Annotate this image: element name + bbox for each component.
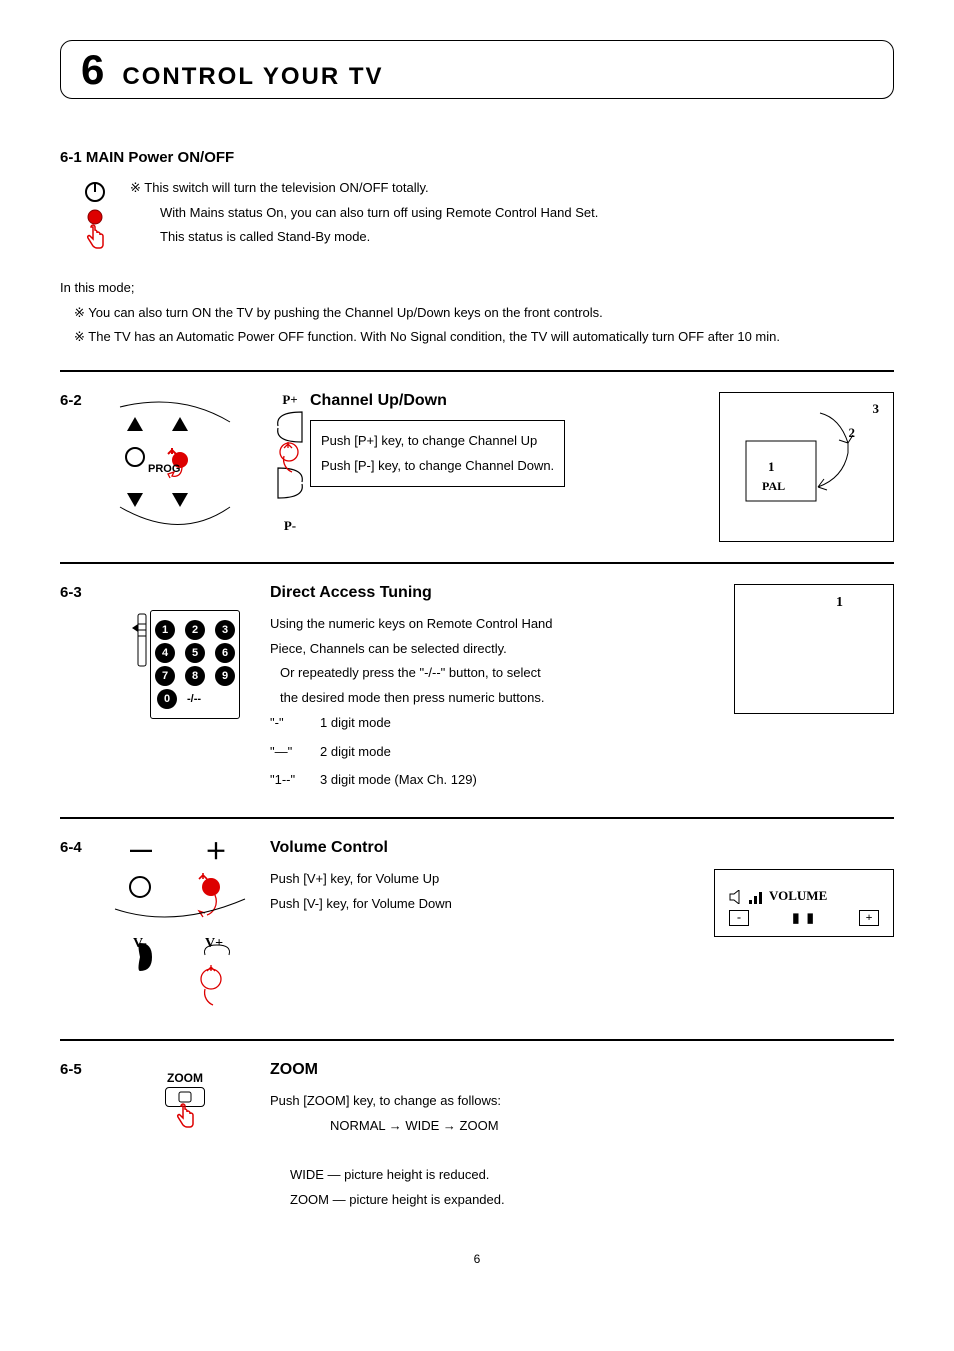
keypad-diagram: 1 2 3 4 5 6 7 8 9 0 -/--: [150, 610, 240, 719]
body-line: This status is called Stand-By mode.: [130, 225, 894, 250]
body-line: Piece, Channels can be selected directly…: [270, 637, 724, 662]
volume-minus-box: -: [729, 910, 749, 926]
body-line: Push [P+] key, to change Channel Up: [321, 429, 554, 454]
section-6-2: 6-2 PROG P+: [60, 392, 894, 542]
chapter-number: 6: [81, 49, 104, 91]
chapter-title: CONTROL YOUR TV: [122, 63, 383, 91]
section-heading: Channel Up/Down: [310, 392, 709, 410]
section-6-4: 6-4 — ＋ V- V+ Volume Control Push [V+]: [60, 839, 894, 1019]
section-heading: ZOOM: [270, 1061, 884, 1079]
body-line: Push [V-] key, for Volume Down: [270, 892, 704, 917]
body-line: In this mode;: [60, 276, 894, 301]
mode-key: "1--": [270, 768, 320, 793]
svg-text:＋: ＋: [205, 839, 227, 864]
divider: [60, 1039, 894, 1041]
mode-key: "-": [270, 711, 320, 736]
section-6-5: 6-5 ZOOM ZOOM Push [ZOOM] key, to change…: [60, 1061, 894, 1212]
svg-text:V+: V+: [205, 936, 223, 951]
svg-text:—: —: [130, 839, 152, 862]
section-6-1: 6-1 MAIN Power ON/OFF ※ This switch will…: [60, 149, 894, 350]
zoom-button-label: ZOOM: [167, 1071, 203, 1085]
direct-channel-osd-diagram: 1: [734, 584, 894, 714]
volume-label: VOLUME: [769, 888, 827, 904]
keypad-key: 0: [157, 689, 177, 709]
keypad-key: 5: [185, 643, 205, 663]
divider: [60, 562, 894, 564]
osd-channel-number: 1: [745, 595, 883, 611]
power-icon: [83, 180, 107, 204]
body-line: Using the numeric keys on Remote Control…: [270, 612, 724, 637]
mode-desc: 2 digit mode: [320, 740, 391, 765]
page-number: 6: [60, 1252, 894, 1266]
body-line: Push [P-] key, to change Channel Down.: [321, 454, 554, 479]
keypad-key: 1: [155, 620, 175, 640]
volume-bar: ▮ ▮: [792, 910, 816, 926]
divider: [60, 370, 894, 372]
mode-key: "—": [270, 740, 320, 765]
section-number: 6-1: [60, 149, 82, 166]
svg-text:PROG: PROG: [148, 463, 180, 475]
section-heading: MAIN Power ON/OFF: [86, 149, 234, 166]
divider: [60, 817, 894, 819]
section-number: 6-3: [60, 584, 100, 601]
keypad-key: 3: [215, 620, 235, 640]
body-line: ※ This switch will turn the television O…: [130, 176, 894, 201]
keypad-key: 4: [155, 643, 175, 663]
chapter-header-box: 6 CONTROL YOUR TV: [60, 40, 894, 99]
speaker-icon: [729, 890, 747, 904]
body-line: Push [ZOOM] key, to change as follows:: [270, 1089, 884, 1114]
keypad-dash-label: -/--: [187, 693, 201, 705]
body-line: ※ You can also turn ON the TV by pushing…: [60, 301, 894, 326]
section-6-3: 6-3 1 2 3 4 5 6 7 8 9: [60, 584, 894, 797]
section-number: 6-2: [60, 392, 100, 409]
hand-pointer-icon: [172, 1103, 198, 1131]
body-line: ZOOM — picture height is expanded.: [270, 1188, 884, 1213]
hand-pointer-icon: [82, 224, 108, 252]
section-heading: Direct Access Tuning: [270, 584, 724, 602]
section-heading: Volume Control: [270, 839, 704, 857]
keypad-key: 7: [155, 666, 175, 686]
remote-side-icon: [130, 610, 148, 670]
remote-p-plus-icon: [272, 408, 308, 518]
body-line: Push [V+] key, for Volume Up: [270, 867, 704, 892]
keypad-key: 2: [185, 620, 205, 640]
front-panel-channel-diagram: PROG: [110, 392, 260, 542]
body-line: the desired mode then press numeric butt…: [270, 686, 724, 711]
volume-plus-box: +: [859, 910, 879, 926]
body-line: With Mains status On, you can also turn …: [130, 201, 894, 226]
mode-desc: 3 digit mode (Max Ch. 129): [320, 768, 477, 793]
section-number: 6-5: [60, 1061, 100, 1078]
volume-panel-diagram: — ＋ V- V+: [105, 839, 265, 1019]
body-line: WIDE — picture height is reduced.: [270, 1163, 884, 1188]
section-number: 6-4: [60, 839, 100, 856]
p-minus-label: P-: [284, 518, 296, 534]
body-line: Or repeatedly press the "-/--" button, t…: [270, 661, 724, 686]
channel-osd-diagram: 3 2 1 PAL: [719, 392, 894, 542]
p-plus-label: P+: [282, 392, 297, 408]
keypad-key: 8: [185, 666, 205, 686]
volume-osd-diagram: VOLUME - ▮ ▮ +: [714, 869, 894, 937]
body-line: ※ The TV has an Automatic Power OFF func…: [60, 325, 894, 350]
keypad-key: 9: [215, 666, 235, 686]
keypad-key: 6: [215, 643, 235, 663]
zoom-sequence: NORMAL → WIDE → ZOOM: [270, 1114, 884, 1139]
signal-bars-icon: [749, 890, 767, 904]
mode-desc: 1 digit mode: [320, 711, 391, 736]
